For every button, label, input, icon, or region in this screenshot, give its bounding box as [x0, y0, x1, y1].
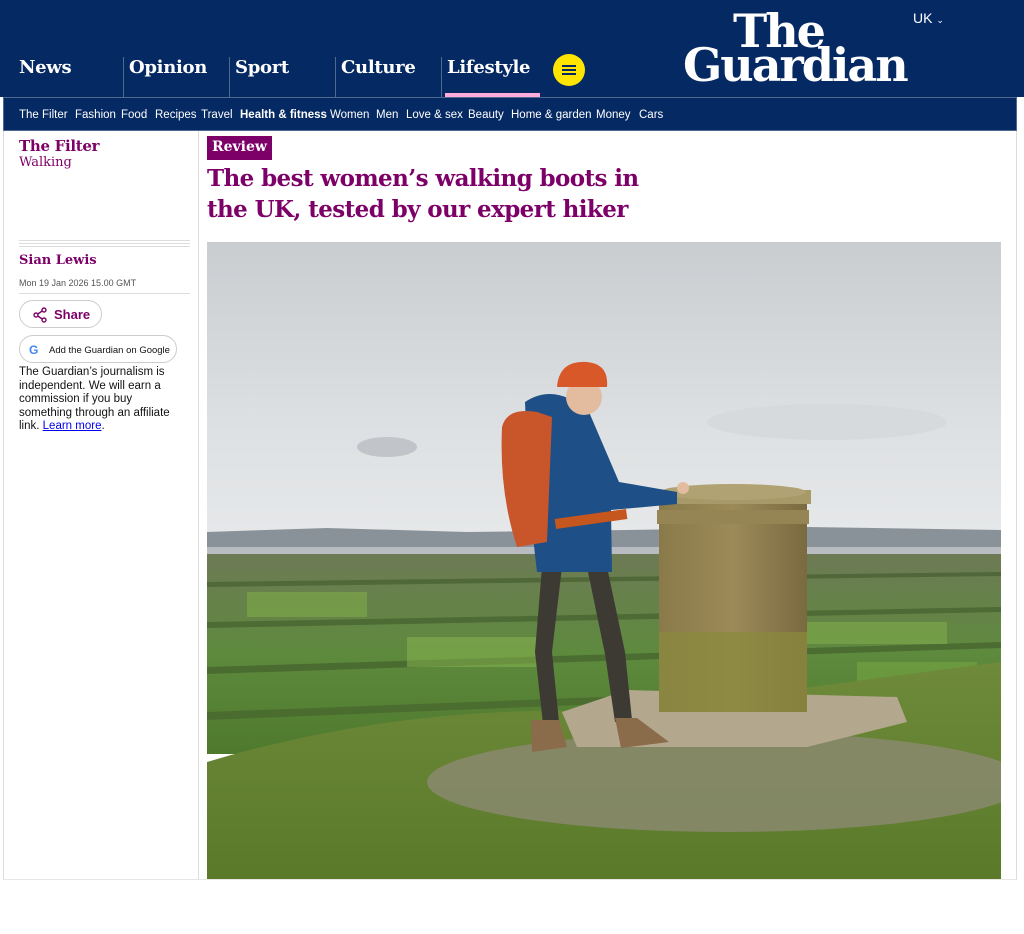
pillar-lifestyle[interactable]: Lifestyle — [445, 0, 541, 97]
affiliate-disclaimer: The Guardian’s journalism is independent… — [19, 366, 187, 434]
subnav-item-beauty[interactable]: Beauty — [468, 109, 504, 121]
subseries-link[interactable]: Walking — [19, 155, 72, 170]
column-divider — [198, 131, 199, 879]
author-byline[interactable]: Sian Lewis — [19, 253, 97, 268]
logo-line-2: Guardian — [683, 38, 909, 92]
article-headline: The best women’s walking boots in the UK… — [207, 165, 639, 223]
subnav-item-men[interactable]: Men — [376, 109, 398, 121]
pillar-sport[interactable]: Sport — [235, 0, 289, 97]
frame-bottom-rule — [3, 879, 1017, 880]
subnav-item-food[interactable]: Food — [121, 109, 147, 121]
subnav-item-love-sex[interactable]: Love & sex — [406, 109, 463, 121]
share-label: Share — [54, 307, 91, 322]
series-link[interactable]: The Filter — [19, 137, 100, 155]
subnav-item-recipes[interactable]: Recipes — [155, 109, 197, 121]
pillar-news[interactable]: News — [19, 0, 72, 97]
subnav: The Filter Fashion Food Recipes Travel H… — [3, 97, 1017, 131]
share-button[interactable]: Share — [19, 300, 102, 328]
google-button-label: Add the Guardian on Google — [49, 345, 170, 356]
review-kicker: Review — [207, 136, 272, 160]
subnav-item-cars[interactable]: Cars — [639, 109, 663, 121]
subnav-item-money[interactable]: Money — [596, 109, 631, 121]
subnav-item-travel[interactable]: Travel — [201, 109, 233, 121]
meta-divider — [19, 240, 190, 252]
pillar-divider — [441, 57, 442, 97]
subnav-item-home-garden[interactable]: Home & garden — [511, 109, 592, 121]
menu-button[interactable] — [553, 54, 585, 86]
google-icon: G — [29, 343, 39, 357]
pillar-divider — [335, 57, 336, 97]
subnav-item-the-filter[interactable]: The Filter — [19, 109, 68, 121]
date-divider — [19, 293, 190, 294]
masthead: News Opinion Sport Culture Lifestyle UK … — [0, 0, 1024, 97]
pillar-opinion[interactable]: Opinion — [129, 0, 207, 97]
guardian-logo[interactable]: The Guardian — [683, 5, 939, 93]
hiker-landscape-photo — [207, 242, 1001, 879]
publish-date: Mon 19 Jan 2026 15.00 GMT — [19, 278, 137, 288]
pillar-divider — [123, 57, 124, 97]
pillar-divider — [229, 57, 230, 97]
hero-image[interactable] — [207, 242, 1001, 879]
pillar-culture[interactable]: Culture — [341, 0, 416, 97]
subnav-item-health-fitness[interactable]: Health & fitness — [240, 109, 327, 121]
learn-more-link[interactable]: Learn more — [43, 420, 102, 432]
disclaimer-period: . — [101, 420, 105, 433]
share-icon — [33, 307, 47, 323]
pillar-lifestyle-label: Lifestyle — [447, 57, 531, 78]
add-guardian-on-google-button[interactable]: G Add the Guardian on Google — [19, 335, 177, 363]
subnav-item-women[interactable]: Women — [330, 109, 369, 121]
subnav-item-fashion[interactable]: Fashion — [75, 109, 116, 121]
